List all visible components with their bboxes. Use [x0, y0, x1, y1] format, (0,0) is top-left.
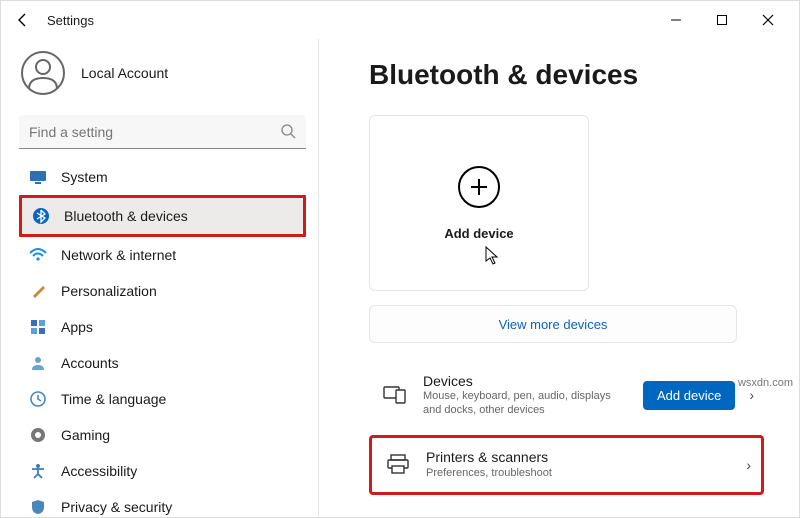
add-device-button[interactable]: Add device: [643, 381, 735, 410]
minimize-button[interactable]: [653, 4, 699, 36]
printers-scanners-row[interactable]: Printers & scanners Preferences, trouble…: [369, 435, 764, 495]
add-device-tile[interactable]: Add device: [369, 115, 589, 291]
sidebar-item-apps[interactable]: Apps: [19, 309, 306, 345]
bluetooth-icon: [32, 207, 50, 225]
sidebar-item-label: Gaming: [61, 427, 110, 443]
highlight-bluetooth: Bluetooth & devices: [19, 195, 306, 237]
nav-list: System Bluetooth & devices Network & int…: [19, 159, 306, 517]
sidebar-item-time-language[interactable]: Time & language: [19, 381, 306, 417]
sidebar-item-label: Bluetooth & devices: [64, 208, 188, 224]
cursor-icon: [485, 246, 501, 266]
sidebar: Local Account System: [1, 39, 319, 517]
sidebar-item-system[interactable]: System: [19, 159, 306, 195]
devices-row[interactable]: Devices Mouse, keyboard, pen, audio, dis…: [369, 365, 764, 425]
brush-icon: [29, 282, 47, 300]
window-title: Settings: [47, 13, 94, 28]
sidebar-item-label: Accounts: [61, 355, 119, 371]
close-button[interactable]: [745, 4, 791, 36]
add-device-label: Add device: [444, 226, 513, 241]
titlebar: Settings: [1, 1, 799, 39]
wifi-icon: [29, 246, 47, 264]
devices-icon: [383, 384, 409, 407]
sidebar-item-privacy-security[interactable]: Privacy & security: [19, 489, 306, 517]
main-content: Bluetooth & devices Add device View more…: [319, 39, 799, 517]
view-more-label: View more devices: [499, 317, 608, 332]
devices-title: Devices: [423, 373, 629, 391]
chevron-right-icon: ›: [749, 387, 754, 403]
search-input[interactable]: [19, 115, 306, 149]
sidebar-item-personalization[interactable]: Personalization: [19, 273, 306, 309]
chevron-right-icon: ›: [746, 457, 751, 473]
clock-icon: [29, 390, 47, 408]
sidebar-item-label: Privacy & security: [61, 499, 172, 515]
sidebar-item-label: System: [61, 169, 108, 185]
person-icon: [29, 354, 47, 372]
avatar-icon: [21, 51, 65, 95]
gaming-icon: [29, 426, 47, 444]
watermark: wsxdn.com: [738, 377, 793, 389]
apps-icon: [29, 318, 47, 336]
search-box[interactable]: [19, 115, 306, 149]
account-header[interactable]: Local Account: [19, 39, 306, 115]
sidebar-item-label: Apps: [61, 319, 93, 335]
accessibility-icon: [29, 462, 47, 480]
sidebar-item-label: Time & language: [61, 391, 166, 407]
printers-title: Printers & scanners: [426, 449, 732, 467]
back-button[interactable]: [9, 6, 37, 34]
plus-icon: [458, 166, 500, 208]
sidebar-item-gaming[interactable]: Gaming: [19, 417, 306, 453]
printer-icon: [386, 454, 412, 477]
view-more-devices-button[interactable]: View more devices: [369, 305, 737, 343]
search-icon: [280, 123, 296, 142]
sidebar-item-label: Personalization: [61, 283, 157, 299]
account-name: Local Account: [81, 65, 168, 81]
sidebar-item-label: Network & internet: [61, 247, 176, 263]
printers-subtitle: Preferences, troubleshoot: [426, 467, 732, 481]
shield-icon: [29, 498, 47, 516]
page-heading: Bluetooth & devices: [369, 59, 775, 91]
maximize-button[interactable]: [699, 4, 745, 36]
sidebar-item-bluetooth-devices[interactable]: Bluetooth & devices: [22, 198, 303, 234]
system-icon: [29, 168, 47, 186]
sidebar-item-accessibility[interactable]: Accessibility: [19, 453, 306, 489]
sidebar-item-network[interactable]: Network & internet: [19, 237, 306, 273]
devices-subtitle: Mouse, keyboard, pen, audio, displays an…: [423, 390, 629, 418]
sidebar-item-accounts[interactable]: Accounts: [19, 345, 306, 381]
sidebar-item-label: Accessibility: [61, 463, 137, 479]
